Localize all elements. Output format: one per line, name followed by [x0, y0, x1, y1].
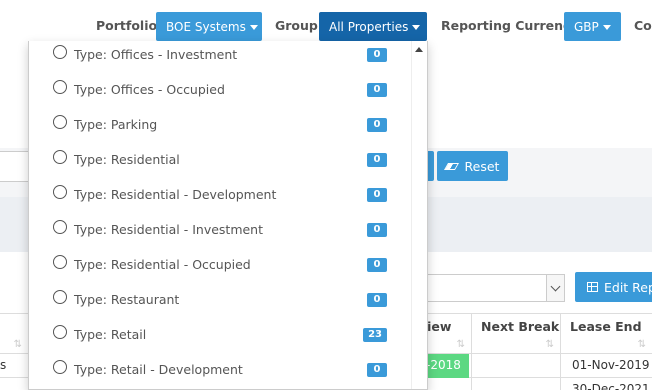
group-label: Group [275, 18, 318, 33]
option-label: Type: Retail - Development [74, 362, 243, 377]
group-value: All Properties [329, 19, 409, 34]
scroll-up-icon[interactable] [415, 47, 423, 52]
dropdown-option[interactable]: Type: Offices - Occupied 0 [29, 78, 413, 113]
count-badge: 0 [367, 223, 387, 237]
count-badge: 0 [367, 83, 387, 97]
dropdown-option[interactable]: Type: Offices - Investment 0 [29, 43, 413, 78]
count-badge: 0 [367, 363, 387, 377]
currency-dropdown[interactable]: GBP [564, 12, 621, 41]
caret-down-icon [602, 24, 611, 30]
sort-icon: ⇅ [13, 339, 22, 350]
dropdown-option[interactable]: Type: Retail 23 [29, 323, 413, 358]
radio-button[interactable] [53, 290, 67, 304]
dropdown-option[interactable]: Type: Residential 0 [29, 148, 413, 183]
dropdown-option[interactable]: Type: Retail - Development 0 [29, 358, 413, 389]
table-cell-lease-end: 01-Nov-2019 [560, 354, 652, 378]
currency-value: GBP [574, 19, 599, 34]
option-label: Type: Offices - Occupied [74, 82, 225, 97]
portfolio-label: Portfolio [96, 18, 158, 33]
column-header-next-break[interactable]: Next Break ⇅ [471, 314, 560, 354]
currency-label: Reporting Currency [441, 18, 579, 33]
radio-button[interactable] [53, 115, 67, 129]
count-badge: 0 [367, 188, 387, 202]
radio-button[interactable] [53, 255, 67, 269]
reset-button-label: Reset [464, 158, 500, 174]
reset-button[interactable]: Reset [437, 151, 508, 181]
radio-button[interactable] [53, 45, 67, 59]
radio-button[interactable] [53, 80, 67, 94]
option-label: Type: Residential - Occupied [74, 257, 251, 272]
edit-report-label: Edit Repo [604, 279, 652, 295]
table-cell-next-break [471, 354, 560, 378]
count-badge: 0 [367, 48, 387, 62]
portfolio-dropdown[interactable]: BOE Systems [156, 12, 262, 41]
option-label: Type: Parking [74, 117, 158, 132]
table-cell-next-break [471, 378, 560, 390]
dropdown-option[interactable]: Type: Residential - Investment 0 [29, 218, 413, 253]
option-label: Type: Residential - Development [74, 187, 277, 202]
count-badge: 23 [363, 328, 387, 342]
dropdown-option[interactable]: Type: Parking 0 [29, 113, 413, 148]
table-icon [587, 282, 598, 292]
option-label: Type: Residential - Investment [74, 222, 264, 237]
count-badge: 0 [367, 118, 387, 132]
table-cell: s [0, 358, 7, 372]
edit-report-button[interactable]: Edit Repo [575, 272, 652, 302]
count-badge: 0 [367, 293, 387, 307]
dropdown-option[interactable]: Type: Residential - Occupied 0 [29, 253, 413, 288]
radio-button[interactable] [53, 185, 67, 199]
eraser-icon [443, 162, 459, 170]
radio-button[interactable] [53, 360, 67, 374]
group-dropdown-menu[interactable]: Type: Offices - Investment 0 Type: Offic… [28, 41, 428, 390]
option-label: Type: Offices - Investment [74, 47, 238, 62]
dropdown-option[interactable]: Type: Residential - Development 0 [29, 183, 413, 218]
next-filter-label: Co [634, 18, 652, 33]
portfolio-value: BOE Systems [166, 19, 246, 34]
caret-down-icon [249, 24, 258, 30]
chevron-down-icon [546, 275, 564, 301]
caret-down-icon [412, 24, 421, 30]
radio-button[interactable] [53, 220, 67, 234]
column-header-lease-end[interactable]: Lease End ⇅ [560, 314, 652, 354]
column-header[interactable]: ⇅ [0, 314, 28, 354]
radio-button[interactable] [53, 150, 67, 164]
dropdown-option[interactable]: Type: Restaurant 0 [29, 288, 413, 323]
count-badge: 0 [367, 153, 387, 167]
sort-icon: ⇅ [545, 339, 554, 350]
table-cell-lease-end: 30-Dec-2021 [560, 378, 652, 390]
option-label: Type: Retail [74, 327, 147, 342]
count-badge: 0 [367, 258, 387, 272]
option-label: Type: Restaurant [74, 292, 180, 307]
radio-button[interactable] [53, 325, 67, 339]
group-dropdown[interactable]: All Properties [319, 12, 427, 41]
report-select[interactable] [420, 274, 565, 302]
sort-icon: ⇅ [637, 339, 646, 350]
sort-icon: ⇅ [456, 339, 465, 350]
dropdown-scrollbar[interactable] [411, 41, 427, 389]
option-label: Type: Residential [74, 152, 180, 167]
